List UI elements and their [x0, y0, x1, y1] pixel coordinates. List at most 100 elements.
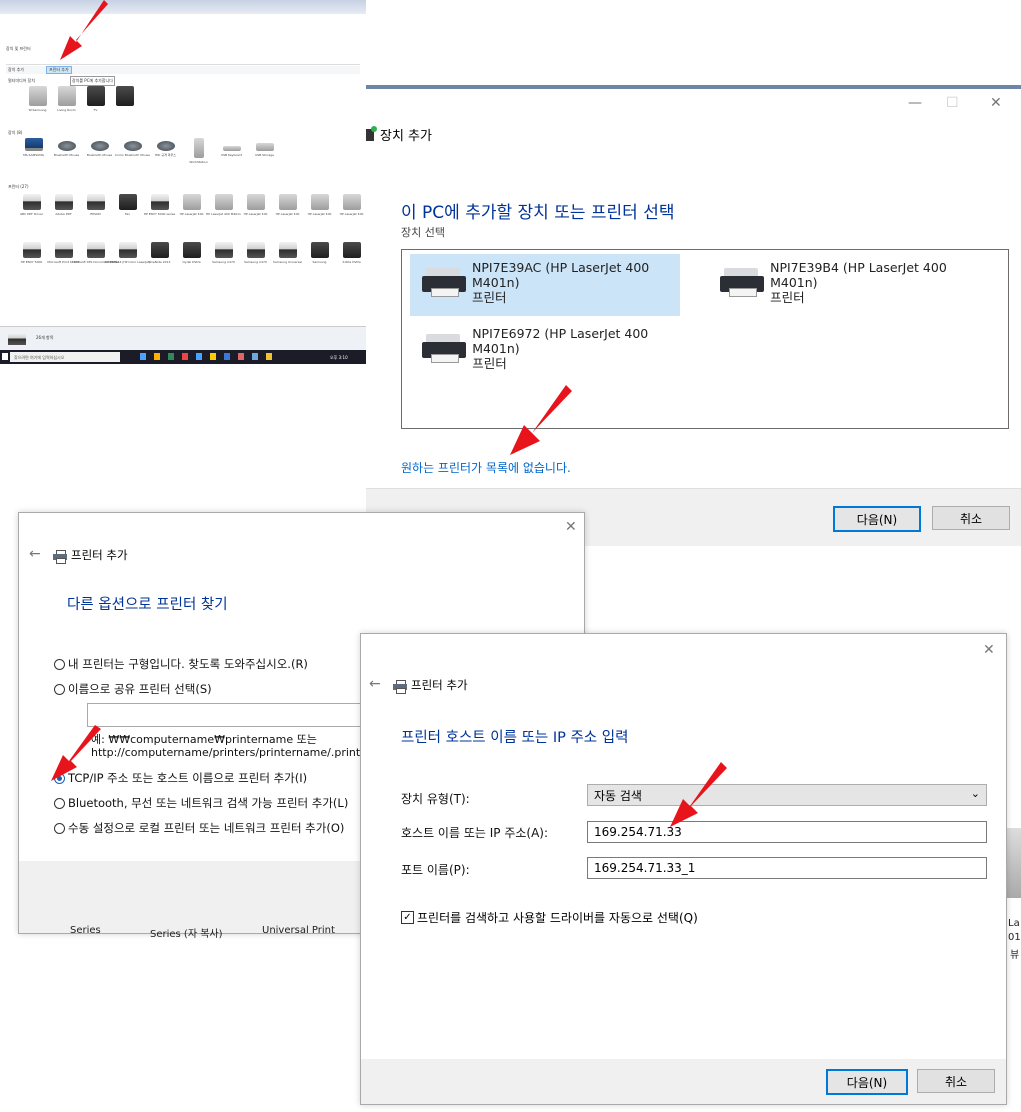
printer-item[interactable]: Samsung C470	[244, 242, 267, 268]
printer-item[interactable]: HP LaserJet 400	[244, 194, 267, 220]
printer-item[interactable]: EPSON	[84, 194, 107, 220]
printer-icon	[342, 194, 361, 210]
section-multimedia: 멀티미디어 장치	[8, 78, 36, 83]
toolbar-add-printer[interactable]: 프린터 추가	[46, 66, 72, 74]
back-arrow-icon[interactable]: ←	[29, 546, 41, 562]
printer-item[interactable]: HP ENVY 5000	[20, 242, 43, 268]
printer-item[interactable]: ABC PDF Driver	[20, 194, 43, 220]
taskbar-app-icon[interactable]	[182, 353, 188, 360]
device-item[interactable]: HID 규격 마우스	[154, 138, 177, 164]
taskbar-app-icon[interactable]	[238, 353, 244, 360]
option-shared-printer[interactable]: 이름으로 공유 프린터 선택(S)	[54, 681, 212, 697]
printer-item[interactable]: OneNote 2013	[148, 242, 171, 268]
device-item[interactable]: Living Room	[55, 86, 78, 112]
printer-item[interactable]: HP ENVY 5000 series	[144, 194, 175, 220]
taskbar-app-icon[interactable]	[168, 353, 174, 360]
close-button[interactable]: ✕	[983, 642, 995, 658]
printer-item[interactable]: Samsung C470	[212, 242, 235, 268]
printer-label: Adobe PDF	[55, 212, 72, 216]
taskbar-app-icon[interactable]	[154, 353, 160, 360]
maximize-button[interactable]: ☐	[946, 95, 959, 111]
cancel-button[interactable]: 취소	[917, 1069, 995, 1093]
taskbar-app-icon[interactable]	[266, 353, 272, 360]
printer-icon	[422, 268, 466, 297]
device-item[interactable]: WorkStation	[187, 138, 210, 164]
back-arrow-icon[interactable]: ←	[369, 676, 381, 692]
printer-label: Samsung C470	[212, 260, 235, 264]
printer-item[interactable]: Samsung Universal	[273, 242, 302, 268]
media-device-icon	[57, 86, 76, 106]
device-type-select[interactable]: 자동 검색 ⌄	[587, 784, 987, 806]
printer-label: X-Rite DVDa	[342, 260, 361, 264]
media-device-icon	[86, 86, 105, 106]
host-label: 호스트 이름 또는 IP 주소(A):	[401, 826, 549, 840]
taskbar-search[interactable]: 찾으려면 여기에 입력하십시오	[10, 352, 120, 362]
media-device-icon	[28, 86, 47, 106]
device-card[interactable]: NPI7E39AC (HP LaserJet 400 M401n) 프린터	[410, 254, 680, 316]
printer-label: EPSON	[90, 212, 101, 216]
device-item[interactable]: USB Storage	[253, 138, 276, 164]
close-button[interactable]: ✕	[565, 519, 577, 535]
printer-label: Fax	[124, 212, 131, 216]
dialog-titlebar	[366, 85, 1021, 89]
printer-label: HP ENVY 5000 series	[143, 212, 176, 216]
option-older-printer[interactable]: 내 프린터는 구형입니다. 찾도록 도와주십시오.(R)	[54, 656, 308, 672]
printer-item[interactable]: NPI28B5A4 (HP Color LaserJet)	[105, 242, 150, 268]
printer-item[interactable]: Fax	[116, 194, 139, 220]
printer-label: Oydai DVDa	[182, 260, 201, 264]
option-manual-local[interactable]: 수동 설정으로 로컬 프린터 또는 네트워크 프린터 추가(O)	[54, 820, 344, 836]
printer-item[interactable]: Microsoft Print to PDF	[47, 242, 80, 268]
taskbar-app-icon[interactable]	[210, 353, 216, 360]
auto-driver-checkbox[interactable]: ✓ 프린터를 검색하고 사용할 드라이버를 자동으로 선택(Q)	[401, 909, 698, 926]
printer-item[interactable]: HP LaserJet 400 M401n	[206, 194, 241, 220]
status-bar: 26개 항목	[0, 326, 366, 351]
printer-label: NPI28B5A4 (HP Color LaserJet)	[104, 260, 151, 264]
printer-item[interactable]: Oydai DVDa	[180, 242, 203, 268]
minimize-button[interactable]: —	[908, 95, 922, 111]
taskbar-app-icon[interactable]	[252, 353, 258, 360]
shared-printer-input[interactable]	[87, 703, 387, 727]
device-type: 프린터	[472, 356, 507, 371]
taskbar-app-icon[interactable]	[196, 353, 202, 360]
host-input[interactable]: 169.254.71.33	[587, 821, 987, 843]
printer-not-listed-link[interactable]: 원하는 프린터가 목록에 없습니다.	[401, 459, 571, 476]
printer-item[interactable]: HP LaserJet 400	[340, 194, 363, 220]
cancel-button[interactable]: 취소	[932, 506, 1010, 530]
device-item[interactable]	[113, 86, 136, 112]
mouse-icon	[90, 141, 109, 151]
next-button[interactable]: 다음(N)	[833, 506, 921, 532]
device-item[interactable]: TV	[84, 86, 107, 112]
background-label: La	[1008, 918, 1020, 929]
port-label: 포트 이름(P):	[401, 863, 470, 877]
toolbar-add-device[interactable]: 장치 추가	[8, 67, 24, 73]
chevron-down-icon: ⌄	[970, 787, 980, 800]
devices-row: MS-SAMSUNG Bluetooth Mouse Bluetooth Mou…	[22, 138, 276, 164]
printer-label: HP LaserJet 400 M401n	[206, 212, 241, 216]
port-input[interactable]: 169.254.71.33_1	[587, 857, 987, 879]
device-item[interactable]: Como Bluetooth Mouse	[115, 138, 150, 164]
printer-label: HP LaserJet 400	[307, 212, 332, 216]
printer-item[interactable]: X-Rite DVDa	[340, 242, 363, 268]
printer-item[interactable]: HP LaserJet 400	[308, 194, 331, 220]
printer-item[interactable]: Microsoft XPS Document Writer	[72, 242, 119, 268]
device-item[interactable]: Bluetooth Mouse	[87, 138, 112, 164]
printer-item[interactable]: Samsung	[308, 242, 331, 268]
printer-item[interactable]: HP LaserJet 400	[276, 194, 299, 220]
device-card[interactable]: NPI7E6972 (HP LaserJet 400 M401n) 프린터	[410, 320, 680, 382]
printer-icon	[118, 194, 137, 210]
device-item[interactable]: W-Samsung	[26, 86, 49, 112]
close-button[interactable]: ✕	[990, 95, 1002, 111]
next-button[interactable]: 다음(N)	[826, 1069, 908, 1095]
device-item[interactable]: Bluetooth Mouse	[54, 138, 79, 164]
printer-item[interactable]: HP LaserJet 400	[180, 194, 203, 220]
window-title: 장치 및 프린터	[6, 46, 31, 51]
device-card[interactable]: NPI7E39B4 (HP LaserJet 400 M401n) 프린터	[708, 254, 978, 316]
devices-printers-thumbnail: 장치 및 프린터 장치 추가 프린터 추가 장치를 PC에 추가합니다 멀티미디…	[0, 0, 366, 372]
start-icon[interactable]	[2, 353, 8, 360]
taskbar-app-icon[interactable]	[140, 353, 146, 360]
device-item[interactable]: MS-SAMSUNG	[22, 138, 45, 164]
option-bluetooth-wireless[interactable]: Bluetooth, 무선 또는 네트워크 검색 가능 프린터 추가(L)	[54, 795, 348, 811]
printer-item[interactable]: Adobe PDF	[52, 194, 75, 220]
device-item[interactable]: USB Keyboard	[220, 138, 243, 164]
taskbar-app-icon[interactable]	[224, 353, 230, 360]
